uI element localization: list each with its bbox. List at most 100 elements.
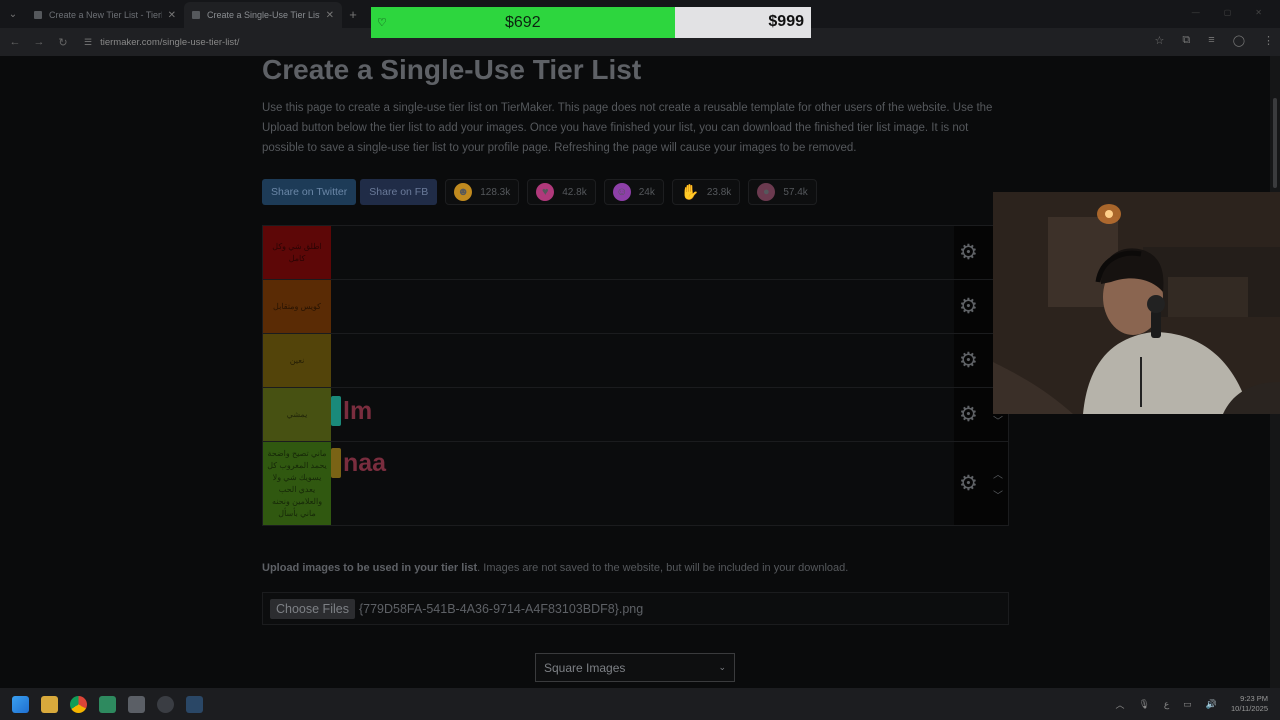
tier-row: يمشي lm ⚙ ﹀	[263, 388, 1008, 442]
clock[interactable]: 9:23 PM 10/11/2025	[1231, 694, 1268, 714]
gear-icon[interactable]: ⚙	[959, 348, 978, 373]
streamer-camera-image	[993, 192, 1280, 414]
tier-label[interactable]: نعين	[263, 334, 331, 387]
move-arrows: ︿﹀	[993, 466, 1003, 502]
chevron-down-icon[interactable]: ﹀	[993, 412, 1003, 427]
network-icon[interactable]: ▭	[1183, 699, 1192, 710]
site-info-icon[interactable]: ☰	[84, 37, 92, 48]
tab-search-icon[interactable]: ⌄	[0, 9, 26, 20]
chevron-up-icon[interactable]: ︿	[993, 466, 1003, 481]
share-fb-button[interactable]: Share on FB	[360, 179, 438, 205]
reaction-count: 57.4k	[783, 186, 808, 198]
browser-toolbar-icons: ☆ ⧉ ≡ ◯ ⋮	[1155, 34, 1274, 47]
windows-start-icon[interactable]	[12, 695, 29, 713]
new-tab-button[interactable]: +	[342, 7, 364, 22]
gear-icon[interactable]: ⚙	[959, 294, 978, 319]
extensions-icon[interactable]: ⧉	[1182, 34, 1190, 47]
tier-list: اطلق شي وكل كامل ⚙ ︿﹀ كويس ومتقابل ⚙ ︿﹀ …	[262, 225, 1009, 526]
reading-list-icon[interactable]: ≡	[1208, 34, 1214, 47]
minimize-icon[interactable]: —	[1192, 8, 1200, 17]
back-icon[interactable]: ←	[3, 36, 27, 48]
grin-emoji-icon: ☻	[454, 183, 473, 201]
chevron-down-icon: ⌄	[718, 662, 726, 672]
tier-row: كويس ومتقابل ⚙ ︿﹀	[263, 280, 1008, 334]
close-window-icon[interactable]: ✕	[1255, 8, 1262, 17]
tab-single-use[interactable]: Create a Single-Use Tier List (F ✕	[184, 2, 342, 28]
gear-icon[interactable]: ⚙	[959, 402, 978, 427]
intro-paragraph: Use this page to create a single-use tie…	[262, 102, 993, 154]
clock-date: 10/11/2025	[1231, 704, 1268, 713]
praise-hands-icon: ✋	[680, 183, 700, 201]
tab-tiermaker-new[interactable]: Create a New Tier List - TierMaker ✕	[26, 2, 184, 28]
windows-taskbar: ︿ 🎙 ع ▭ 🔊 9:23 PM 10/11/2025	[0, 688, 1280, 720]
tier-drop-zone[interactable]: lm	[331, 388, 954, 441]
item-thumb	[331, 448, 341, 478]
volume-icon[interactable]: 🔊	[1206, 699, 1217, 710]
donation-raised: $692	[505, 13, 541, 31]
tier-row: ماني تصيح واضحة يحمد المغروب كل يسويك شي…	[263, 442, 1008, 525]
upload-note: . Images are not saved to the website, b…	[477, 562, 849, 574]
favicon-icon	[192, 11, 200, 19]
heart-eyes-emoji-icon: ♥	[536, 183, 555, 201]
poop-emoji-icon: ●	[757, 183, 776, 201]
reaction-praise[interactable]: ✋ 23.8k	[671, 179, 741, 205]
choose-files-button[interactable]: Choose Files	[270, 598, 355, 619]
upload-heading: Upload images to be used in your tier li…	[262, 562, 478, 574]
image-shape-select[interactable]: Square Images ⌄	[535, 653, 735, 682]
microphone-icon[interactable]: 🎙	[1138, 699, 1149, 710]
bookmark-star-icon[interactable]: ☆	[1155, 34, 1165, 47]
donation-goal-bar: ♡ $692 $999	[371, 7, 811, 38]
tab-title: Create a New Tier List - TierMaker	[49, 10, 162, 20]
tier-drop-zone[interactable]	[331, 280, 954, 333]
tier-label[interactable]: اطلق شي وكل كامل	[263, 226, 331, 279]
profile-icon[interactable]: ◯	[1233, 34, 1245, 47]
share-twitter-button[interactable]: Share on Twitter	[262, 179, 357, 205]
move-arrows: ﹀	[993, 412, 1003, 427]
chrome-icon[interactable]	[70, 695, 87, 713]
tier-drop-zone[interactable]	[331, 334, 954, 387]
system-tray: ︿ 🎙 ع ▭ 🔊 9:23 PM 10/11/2025	[1115, 694, 1268, 714]
tier-label[interactable]: كويس ومتقابل	[263, 280, 331, 333]
tier-item-image[interactable]: lm	[331, 396, 372, 426]
close-tab-icon[interactable]: ✕	[326, 10, 334, 21]
reaction-laughing[interactable]: ☺ 24k	[603, 179, 664, 205]
tier-label[interactable]: ماني تصيح واضحة يحمد المغروب كل يسويك شي…	[263, 442, 331, 525]
steam-icon[interactable]	[186, 695, 203, 713]
chevron-down-icon[interactable]: ﹀	[993, 487, 1003, 502]
reaction-count: 23.8k	[706, 186, 732, 198]
item-label: lm	[343, 396, 373, 425]
clock-time: 9:23 PM	[1240, 694, 1268, 703]
forward-icon[interactable]: →	[27, 36, 51, 48]
reaction-heart-eyes[interactable]: ♥ 42.8k	[527, 179, 596, 205]
gear-icon[interactable]: ⚙	[959, 471, 978, 496]
tier-label[interactable]: يمشي	[263, 388, 331, 441]
language-indicator[interactable]: ع	[1164, 699, 1169, 710]
select-value: Square Images	[544, 660, 626, 675]
menu-icon[interactable]: ⋮	[1263, 34, 1274, 47]
reaction-poop[interactable]: ● 57.4k	[748, 179, 817, 205]
discord-like-icon[interactable]	[157, 695, 174, 713]
gear-icon[interactable]: ⚙	[959, 240, 978, 265]
item-thumb	[331, 396, 341, 426]
app-icon-gray[interactable]	[128, 695, 145, 713]
heart-icon: ♡	[377, 17, 387, 29]
tier-item-image[interactable]: naa	[331, 448, 386, 478]
item-label: naa	[343, 448, 387, 477]
reload-icon[interactable]: ↻	[51, 36, 75, 49]
selected-file-name: {779D58FA-541B-4A36-9714-A4F83103BDF8}.p…	[358, 601, 644, 616]
tier-drop-zone[interactable]: naa	[331, 442, 954, 525]
tier-row: اطلق شي وكل كامل ⚙ ︿﹀	[263, 226, 1008, 280]
close-tab-icon[interactable]: ✕	[168, 10, 176, 21]
tier-drop-zone[interactable]	[331, 226, 954, 279]
reaction-grin[interactable]: ☻ 128.3k	[445, 179, 520, 205]
reaction-count: 24k	[638, 186, 655, 198]
url-text: tiermaker.com/single-use-tier-list/	[100, 36, 240, 48]
scrollbar-thumb[interactable]	[1273, 98, 1277, 188]
taskbar-apps	[12, 695, 203, 713]
chevron-up-icon[interactable]: ︿	[1115, 698, 1124, 711]
file-upload: Choose Files {779D58FA-541B-4A36-9714-A4…	[262, 592, 1009, 625]
file-explorer-icon[interactable]	[41, 695, 58, 713]
tier-row: نعين ⚙ ︿﹀	[263, 334, 1008, 388]
maximize-icon[interactable]: ▢	[1224, 8, 1232, 17]
app-icon-green[interactable]	[99, 695, 116, 713]
